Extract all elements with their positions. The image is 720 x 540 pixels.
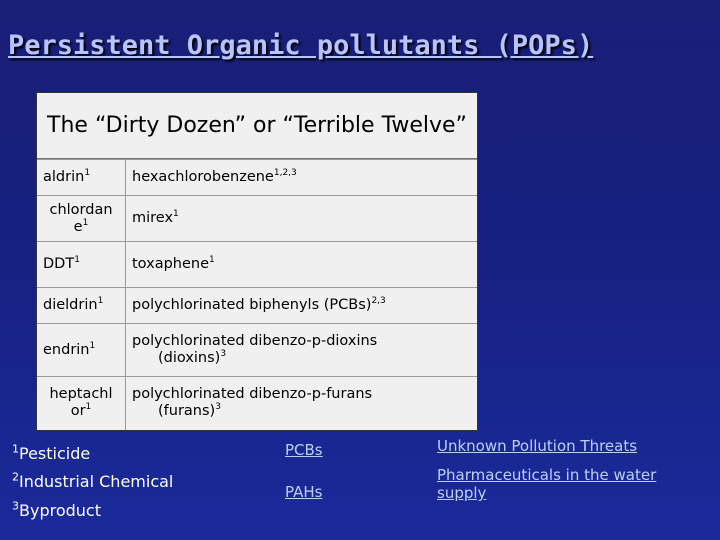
slide-title: Persistent Organic pollutants (POPs) <box>8 30 594 61</box>
table-row: heptachl or1 polychlorinated dibenzo-p-fu… <box>37 376 477 430</box>
pharmaceuticals-link[interactable]: Pharmaceuticals in the water supply <box>437 466 656 502</box>
pops-table: aldrin1 hexachlorobenzene1,2,3 chlordan e… <box>37 159 477 430</box>
table-header: The “Dirty Dozen” or “Terrible Twelve” <box>37 93 477 159</box>
dirty-dozen-table: The “Dirty Dozen” or “Terrible Twelve” a… <box>36 92 478 431</box>
table-cell-left: chlordan e1 <box>37 195 126 242</box>
table-row: aldrin1 hexachlorobenzene1,2,3 <box>37 159 477 196</box>
pahs-link[interactable]: PAHs <box>285 483 322 501</box>
legend-pesticide: 1Pesticide <box>12 442 91 463</box>
legend-byproduct: 3Byproduct <box>12 499 101 520</box>
table-row: dieldrin1 polychlorinated biphenyls (PCB… <box>37 287 477 324</box>
table-cell-left: DDT1 <box>37 241 126 288</box>
table-cell-right: polychlorinated dibenzo-p-furans (furans)… <box>125 376 477 430</box>
table-cell-right: polychlorinated dibenzo-p-dioxins (dioxin… <box>125 323 477 377</box>
table-row: DDT1 toxaphene1 <box>37 241 477 288</box>
table-cell-left: aldrin1 <box>37 159 126 196</box>
legend-industrial-chemical: 2Industrial Chemical <box>12 470 174 491</box>
table-cell-left: heptachl or1 <box>37 376 126 430</box>
table-row: chlordan e1 mirex1 <box>37 195 477 242</box>
table-cell-right: toxaphene1 <box>125 241 477 288</box>
unknown-pollution-threats-link[interactable]: Unknown Pollution Threats <box>437 437 637 455</box>
table-cell-right: mirex1 <box>125 195 477 242</box>
table-cell-right: hexachlorobenzene1,2,3 <box>125 159 477 196</box>
pcbs-link[interactable]: PCBs <box>285 441 323 459</box>
table-cell-right: polychlorinated biphenyls (PCBs)2,3 <box>125 287 477 324</box>
table-cell-left: dieldrin1 <box>37 287 126 324</box>
table-row: endrin1 polychlorinated dibenzo-p-dioxin… <box>37 323 477 377</box>
table-cell-left: endrin1 <box>37 323 126 377</box>
